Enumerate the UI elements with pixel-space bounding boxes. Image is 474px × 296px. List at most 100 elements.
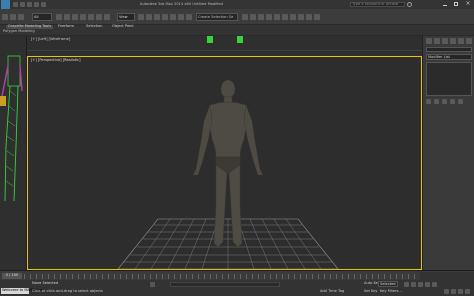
save-file-icon[interactable]	[27, 2, 32, 7]
redo-icon[interactable]	[41, 2, 46, 7]
layer-manager-icon[interactable]	[258, 14, 264, 20]
tab-object-paint[interactable]: Object Paint	[112, 24, 134, 29]
human-character-model[interactable]	[178, 77, 278, 253]
search-input[interactable]: Type a keyword or phrase	[350, 2, 405, 7]
prompt-line: Click or click-and-drag to select object…	[32, 289, 103, 293]
horizon-line	[27, 50, 422, 51]
display-tab-icon[interactable]	[458, 38, 464, 44]
lock-selection-icon[interactable]	[150, 282, 155, 287]
render-tools	[242, 14, 352, 20]
rect-selection-icon[interactable]	[72, 14, 78, 20]
selection-tools	[56, 14, 116, 20]
render-icon[interactable]	[314, 14, 320, 20]
tab-selection[interactable]: Selection	[86, 24, 103, 29]
wireframe-figure	[0, 55, 23, 202]
new-file-icon[interactable]	[13, 2, 18, 7]
percent-snap-icon[interactable]	[170, 14, 176, 20]
move-icon[interactable]	[88, 14, 94, 20]
set-key-button[interactable]: Set Key	[364, 289, 378, 294]
previous-frame-icon[interactable]	[411, 282, 416, 287]
remove-modifier-icon[interactable]	[450, 99, 455, 104]
align-icon[interactable]	[250, 14, 256, 20]
tab-freeform[interactable]: Freeform	[58, 24, 74, 29]
undo-icon[interactable]	[34, 2, 39, 7]
hierarchy-tab-icon[interactable]	[442, 38, 448, 44]
select-object-icon[interactable]	[56, 14, 62, 20]
snap-toggle-icon[interactable]	[154, 14, 160, 20]
pivot-center-icon[interactable]	[138, 14, 144, 20]
perspective-viewport-label[interactable]: [+] [Perspective] [Realistic]	[31, 58, 81, 63]
orbit-icon[interactable]	[458, 289, 463, 294]
green-wire-element-2	[237, 36, 243, 43]
material-editor-icon[interactable]	[290, 14, 296, 20]
perspective-viewport[interactable]: [+] [Perspective] [Realistic]	[27, 56, 422, 270]
select-manipulate-icon[interactable]	[146, 14, 152, 20]
window-crossing-icon[interactable]	[80, 14, 86, 20]
motion-tab-icon[interactable]	[450, 38, 456, 44]
render-setup-icon[interactable]	[298, 14, 304, 20]
utilities-tab-icon[interactable]	[466, 38, 472, 44]
undo-icon[interactable]	[2, 14, 8, 20]
zoom-icon[interactable]	[444, 289, 449, 294]
modifier-list-dropdown[interactable]: Modifier List	[426, 54, 472, 60]
schematic-view-icon[interactable]	[282, 14, 288, 20]
graphite-toggle-icon[interactable]	[266, 14, 272, 20]
app-logo-icon[interactable]	[1, 0, 10, 9]
modify-tab-icon[interactable]	[434, 38, 440, 44]
select-by-name-icon[interactable]	[64, 14, 70, 20]
maxscript-listener[interactable]: Welcome to MAXScript.	[1, 288, 44, 294]
maximize-viewport-icon[interactable]	[465, 289, 470, 294]
spinner-snap-icon[interactable]	[178, 14, 184, 20]
create-tab-icon[interactable]	[426, 38, 432, 44]
go-to-end-icon[interactable]	[432, 282, 437, 287]
go-to-start-icon[interactable]	[404, 282, 409, 287]
scale-icon[interactable]	[104, 14, 110, 20]
next-frame-icon[interactable]	[425, 282, 430, 287]
minimize-button[interactable]	[440, 1, 450, 8]
show-end-result-icon[interactable]	[434, 99, 439, 104]
mirror-icon[interactable]	[242, 14, 248, 20]
add-time-tag-button[interactable]: Add Time Tag	[320, 289, 344, 294]
left-viewport-label[interactable]: [+] [Left] [Wireframe]	[31, 37, 70, 42]
selection-status: None Selected	[32, 281, 59, 285]
front-viewport[interactable]	[0, 36, 27, 270]
search-icon[interactable]	[407, 2, 412, 7]
ribbon-section-label[interactable]: Polygon Modeling	[3, 29, 35, 34]
left-viewport[interactable]: [+] [Left] [Wireframe]	[27, 36, 422, 56]
open-file-icon[interactable]	[20, 2, 25, 7]
curve-editor-icon[interactable]	[274, 14, 280, 20]
coordinate-fields[interactable]	[170, 282, 280, 287]
make-unique-icon[interactable]	[442, 99, 447, 104]
track-bar[interactable]	[24, 274, 420, 279]
play-icon[interactable]	[418, 282, 423, 287]
key-filters-button[interactable]: Key Filters...	[380, 289, 402, 294]
close-button[interactable]: ×	[463, 1, 473, 8]
link-icon[interactable]	[18, 14, 24, 20]
pin-stack-icon[interactable]	[426, 99, 431, 104]
rendered-frame-icon[interactable]	[306, 14, 312, 20]
minimize-icon	[443, 5, 447, 6]
reference-coordinate-dropdown[interactable]: View	[117, 13, 135, 21]
configure-sets-icon[interactable]	[458, 99, 463, 104]
selection-filter-dropdown[interactable]: All	[32, 13, 52, 21]
angle-snap-icon[interactable]	[162, 14, 168, 20]
time-slider[interactable]: 0 / 100	[2, 273, 22, 279]
close-icon: ×	[465, 0, 471, 7]
maximize-button[interactable]	[451, 1, 461, 8]
modifier-stack[interactable]	[426, 62, 472, 96]
window-title: Autodesk 3ds Max 2014 x64 Untitled Modif…	[140, 2, 223, 6]
redo-icon[interactable]	[10, 14, 16, 20]
timeline[interactable]: 0 / 100	[0, 270, 474, 280]
command-panel-tabs	[426, 38, 472, 44]
ribbon: Graphite Modeling Tools Freeform Selecti…	[0, 24, 474, 35]
named-selection-dropdown[interactable]: Create Selection Se	[196, 13, 238, 21]
main-toolbar: All View Create Selection Se	[0, 9, 474, 25]
key-mode-dropdown[interactable]: Selected	[378, 281, 398, 287]
object-name-field[interactable]	[426, 47, 472, 52]
animation-playback-controls	[404, 282, 454, 288]
pan-icon[interactable]	[451, 289, 456, 294]
edit-named-selection-icon[interactable]	[186, 14, 192, 20]
viewport-navigation-controls	[444, 289, 472, 295]
command-panel: Modifier List	[422, 36, 474, 270]
rotate-icon[interactable]	[96, 14, 102, 20]
